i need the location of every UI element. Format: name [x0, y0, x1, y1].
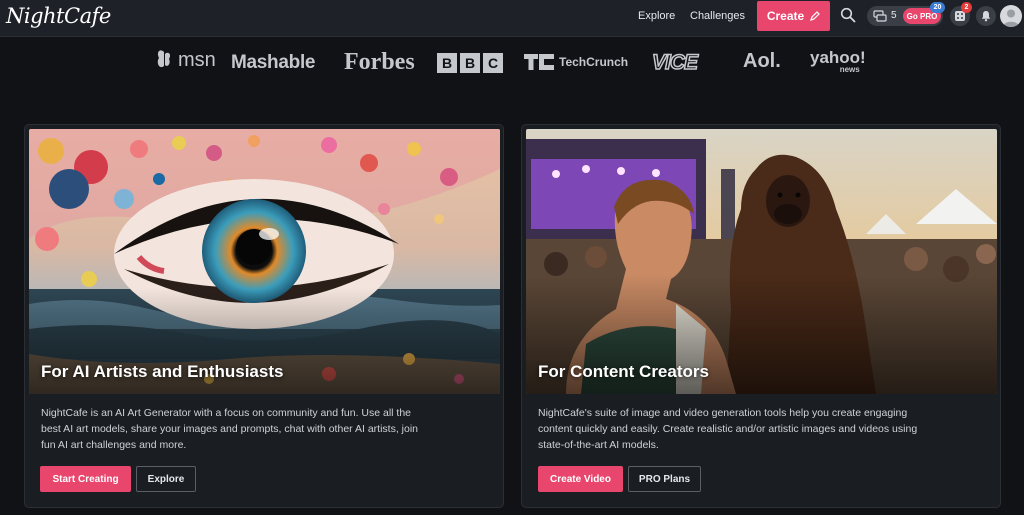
- festival-scene-image: For Content Creators: [526, 129, 997, 394]
- top-navigation-bar: NightCafe Explore Challenges Create 5 Go…: [0, 0, 1024, 37]
- user-avatar-icon: [1003, 9, 1019, 27]
- card-title: For Content Creators: [538, 362, 709, 381]
- create-button-label: Create: [766, 9, 805, 23]
- nightcafe-logo[interactable]: NightCafe: [6, 4, 111, 28]
- eye-artwork-image: For AI Artists and Enthusiasts: [29, 129, 500, 394]
- pro-plans-button[interactable]: PRO Plans: [628, 466, 701, 492]
- eye-artwork-illustration: [29, 129, 500, 394]
- nav-challenges-link[interactable]: Challenges: [690, 10, 745, 22]
- create-button[interactable]: Create: [757, 1, 830, 31]
- bbc-logo: B B C: [437, 53, 503, 73]
- techcrunch-logo: TechCrunch: [524, 54, 628, 70]
- search-icon[interactable]: [840, 7, 856, 23]
- start-creating-button[interactable]: Start Creating: [40, 466, 131, 492]
- card-description: NightCafe is an AI Art Generator with a …: [41, 407, 419, 451]
- press-logos-strip: msn Mashable Forbes B B C TechCrunch VIC…: [0, 42, 1024, 84]
- coin-stack-icon: [873, 10, 887, 22]
- vice-logo: VICE: [651, 50, 699, 75]
- explore-button[interactable]: Explore: [136, 466, 196, 492]
- forbes-logo: Forbes: [344, 49, 415, 75]
- yahoo-news-logo: yahoo! news: [810, 49, 866, 74]
- pro-notification-badge: 20: [930, 2, 945, 13]
- aol-logo: Aol.: [743, 50, 781, 72]
- card-description: NightCafe's suite of image and video gen…: [538, 407, 918, 451]
- create-video-button[interactable]: Create Video: [538, 466, 623, 492]
- techcrunch-logo-text: TechCrunch: [559, 55, 629, 69]
- credits-count: 5: [891, 10, 897, 21]
- ai-artists-card: For AI Artists and Enthusiasts NightCafe…: [24, 124, 504, 508]
- card-title: For AI Artists and Enthusiasts: [41, 362, 284, 381]
- msn-logo-text: msn: [178, 48, 216, 71]
- techcrunch-mark-icon: [524, 54, 554, 70]
- bbc-letter: B: [437, 53, 457, 73]
- bell-icon: [981, 11, 991, 22]
- dice-notification-badge: 2: [961, 2, 972, 13]
- bbc-letter: C: [483, 53, 503, 73]
- butterfly-icon: [157, 50, 171, 68]
- mashable-logo: Mashable: [231, 52, 316, 73]
- pencil-icon: [810, 11, 821, 21]
- notifications-button[interactable]: [976, 6, 996, 26]
- nav-explore-link[interactable]: Explore: [638, 10, 675, 22]
- msn-logo: msn: [155, 48, 216, 72]
- user-avatar[interactable]: [1000, 5, 1022, 27]
- bbc-letter: B: [460, 53, 480, 73]
- content-creators-card: For Content Creators NightCafe's suite o…: [521, 124, 1001, 508]
- festival-scene-illustration: [526, 129, 997, 394]
